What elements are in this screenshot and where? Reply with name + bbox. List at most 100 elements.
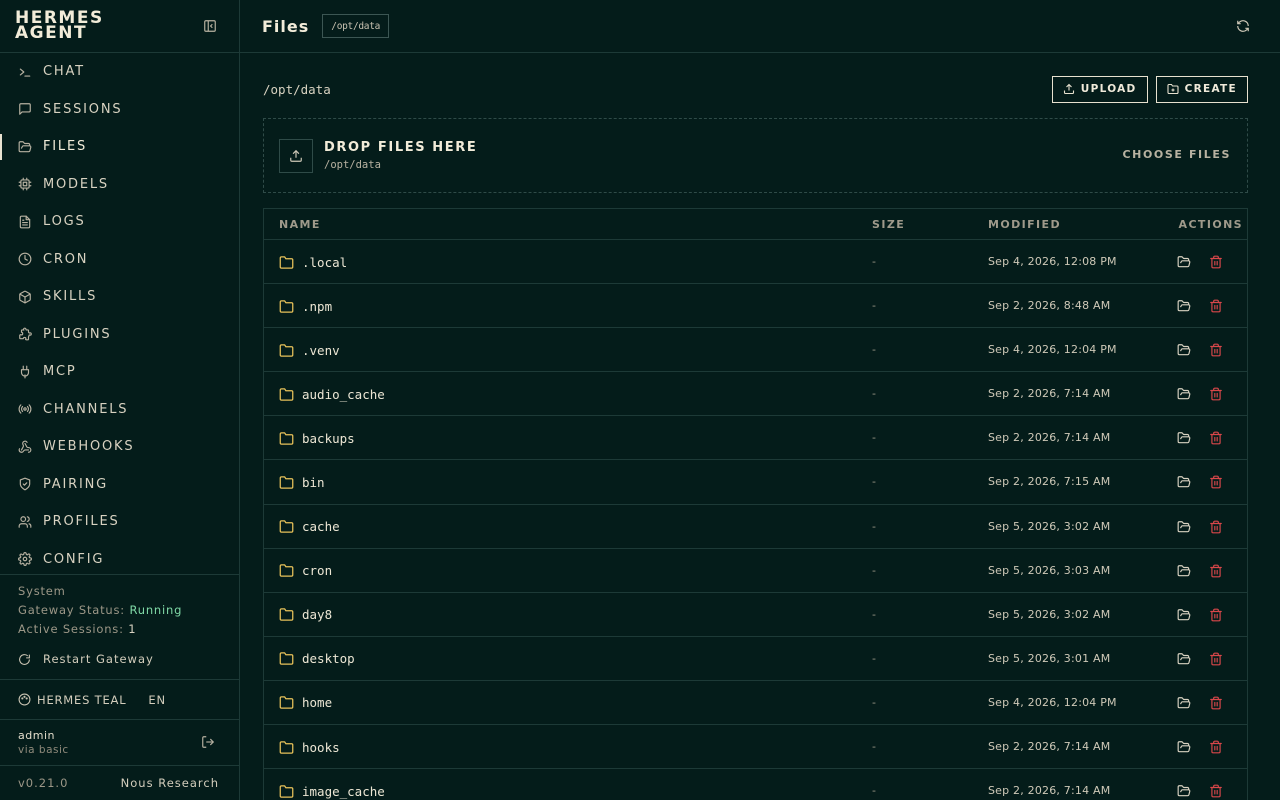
table-row[interactable]: .local - Sep 4, 2026, 12:08 PM [264, 240, 1247, 285]
sidebar-item-channels[interactable]: CHANNELS [0, 391, 239, 429]
table-row[interactable]: cache - Sep 5, 2026, 3:02 AM [264, 505, 1247, 549]
table-row[interactable]: audio_cache - Sep 2, 2026, 7:14 AM [264, 372, 1247, 417]
folder-open-icon[interactable] [1177, 784, 1191, 798]
row-actions [1177, 475, 1223, 489]
trash-icon[interactable] [1209, 343, 1223, 357]
folder-open-icon[interactable] [1177, 564, 1191, 578]
sidebar-item-logs[interactable]: LOGS [0, 203, 239, 241]
table-row[interactable]: hooks - Sep 2, 2026, 7:14 AM [264, 725, 1247, 770]
sidebar-item-files[interactable]: FILES [0, 128, 239, 166]
folder-open-icon[interactable] [1177, 299, 1191, 313]
file-name-cell[interactable]: bin [279, 460, 325, 504]
sidebar-item-label: SKILLS [43, 289, 98, 305]
folder-open-icon[interactable] [1177, 696, 1191, 710]
folder-open-icon[interactable] [1177, 475, 1191, 489]
row-actions [1177, 520, 1223, 534]
file-name-cell[interactable]: hooks [279, 725, 340, 769]
file-size: - [872, 431, 876, 445]
brand: HERMES AGENT [0, 0, 239, 53]
table-row[interactable]: bin - Sep 2, 2026, 7:15 AM [264, 460, 1247, 505]
sidebar-item-pairing[interactable]: PAIRING [0, 466, 239, 504]
gateway-status: Gateway Status: Running [18, 603, 183, 617]
drop-zone[interactable]: DROP FILES HERE /opt/data CHOOSE FILES [263, 118, 1248, 193]
sidebar-item-profiles[interactable]: PROFILES [0, 503, 239, 541]
choose-files-button[interactable]: CHOOSE FILES [1123, 148, 1232, 161]
sidebar-item-webhooks[interactable]: WEBHOOKS [0, 428, 239, 466]
row-actions [1177, 299, 1223, 313]
table-row[interactable]: desktop - Sep 5, 2026, 3:01 AM [264, 637, 1247, 681]
folder-open-icon[interactable] [1177, 387, 1191, 401]
sidebar-item-models[interactable]: MODELS [0, 166, 239, 204]
folder-open-icon[interactable] [1177, 255, 1191, 269]
header-modified[interactable]: MODIFIED [988, 218, 1061, 231]
file-name-cell[interactable]: cron [279, 549, 332, 593]
trash-icon[interactable] [1209, 652, 1223, 666]
theme-switcher[interactable]: HERMES TEAL [37, 693, 126, 707]
trash-icon[interactable] [1209, 299, 1223, 313]
table-row[interactable]: image_cache - Sep 2, 2026, 7:14 AM [264, 769, 1247, 800]
file-name-cell[interactable]: day8 [279, 593, 332, 637]
file-name-cell[interactable]: home [279, 681, 332, 725]
restart-gateway-button[interactable]: Restart Gateway [18, 652, 221, 666]
table-row[interactable]: home - Sep 4, 2026, 12:04 PM [264, 681, 1247, 726]
sidebar-item-chat[interactable]: CHAT [0, 53, 239, 91]
folder-icon [279, 299, 294, 314]
file-size: - [872, 740, 876, 754]
file-name-cell[interactable]: backups [279, 416, 355, 460]
active-sessions-value: 1 [128, 622, 137, 636]
header-size[interactable]: SIZE [872, 218, 905, 231]
logout-icon[interactable] [201, 735, 215, 749]
table-row[interactable]: cron - Sep 5, 2026, 3:03 AM [264, 549, 1247, 593]
sidebar-item-config[interactable]: CONFIG [0, 541, 239, 575]
table-row[interactable]: day8 - Sep 5, 2026, 3:02 AM [264, 593, 1247, 637]
trash-icon[interactable] [1209, 387, 1223, 401]
file-modified: Sep 2, 2026, 7:14 AM [988, 740, 1111, 754]
folder-icon [279, 475, 294, 490]
file-name-cell[interactable]: .local [279, 240, 347, 284]
folder-open-icon[interactable] [1177, 608, 1191, 622]
file-name-cell[interactable]: cache [279, 505, 340, 549]
upload-button[interactable]: UPLOAD [1051, 75, 1148, 103]
sidebar-item-plugins[interactable]: PLUGINS [0, 316, 239, 354]
trash-icon[interactable] [1209, 740, 1223, 754]
file-name: cache [302, 519, 340, 535]
refresh-icon[interactable] [1236, 19, 1250, 33]
upload-icon [289, 149, 303, 163]
table-row[interactable]: .npm - Sep 2, 2026, 8:48 AM [264, 284, 1247, 329]
folder-open-icon[interactable] [1177, 520, 1191, 534]
trash-icon[interactable] [1209, 608, 1223, 622]
sidebar-item-sessions[interactable]: SESSIONS [0, 91, 239, 129]
folder-open-icon[interactable] [1177, 652, 1191, 666]
create-button[interactable]: CREATE [1155, 75, 1248, 103]
trash-icon[interactable] [1209, 475, 1223, 489]
folder-open-icon[interactable] [1177, 740, 1191, 754]
header-name[interactable]: NAME [279, 218, 321, 231]
trash-icon[interactable] [1209, 255, 1223, 269]
trash-icon[interactable] [1209, 564, 1223, 578]
folder-open-icon[interactable] [1177, 431, 1191, 445]
folder-open-icon[interactable] [1177, 343, 1191, 357]
table-row[interactable]: backups - Sep 2, 2026, 7:14 AM [264, 416, 1247, 461]
trash-icon[interactable] [1209, 520, 1223, 534]
trash-icon[interactable] [1209, 784, 1223, 798]
language-switcher[interactable]: EN [148, 693, 165, 707]
file-name-cell[interactable]: audio_cache [279, 372, 385, 416]
table-row[interactable]: .venv - Sep 4, 2026, 12:04 PM [264, 328, 1247, 373]
row-actions [1177, 652, 1223, 666]
file-size: - [872, 387, 876, 401]
sidebar-item-skills[interactable]: SKILLS [0, 278, 239, 316]
trash-icon[interactable] [1209, 696, 1223, 710]
sidebar-collapse-icon[interactable] [203, 19, 217, 33]
file-name-cell[interactable]: image_cache [279, 769, 385, 800]
trash-icon[interactable] [1209, 431, 1223, 445]
file-name-cell[interactable]: .venv [279, 328, 340, 372]
folder-icon [279, 387, 294, 402]
row-actions [1177, 431, 1223, 445]
file-name-cell[interactable]: .npm [279, 284, 332, 328]
current-path: /opt/data [263, 81, 331, 97]
file-name-cell[interactable]: desktop [279, 637, 355, 681]
sidebar-item-mcp[interactable]: MCP [0, 353, 239, 391]
sidebar-item-cron[interactable]: CRON [0, 241, 239, 279]
theme-row: HERMES TEAL EN [0, 680, 239, 720]
file-modified: Sep 2, 2026, 7:15 AM [988, 475, 1111, 489]
